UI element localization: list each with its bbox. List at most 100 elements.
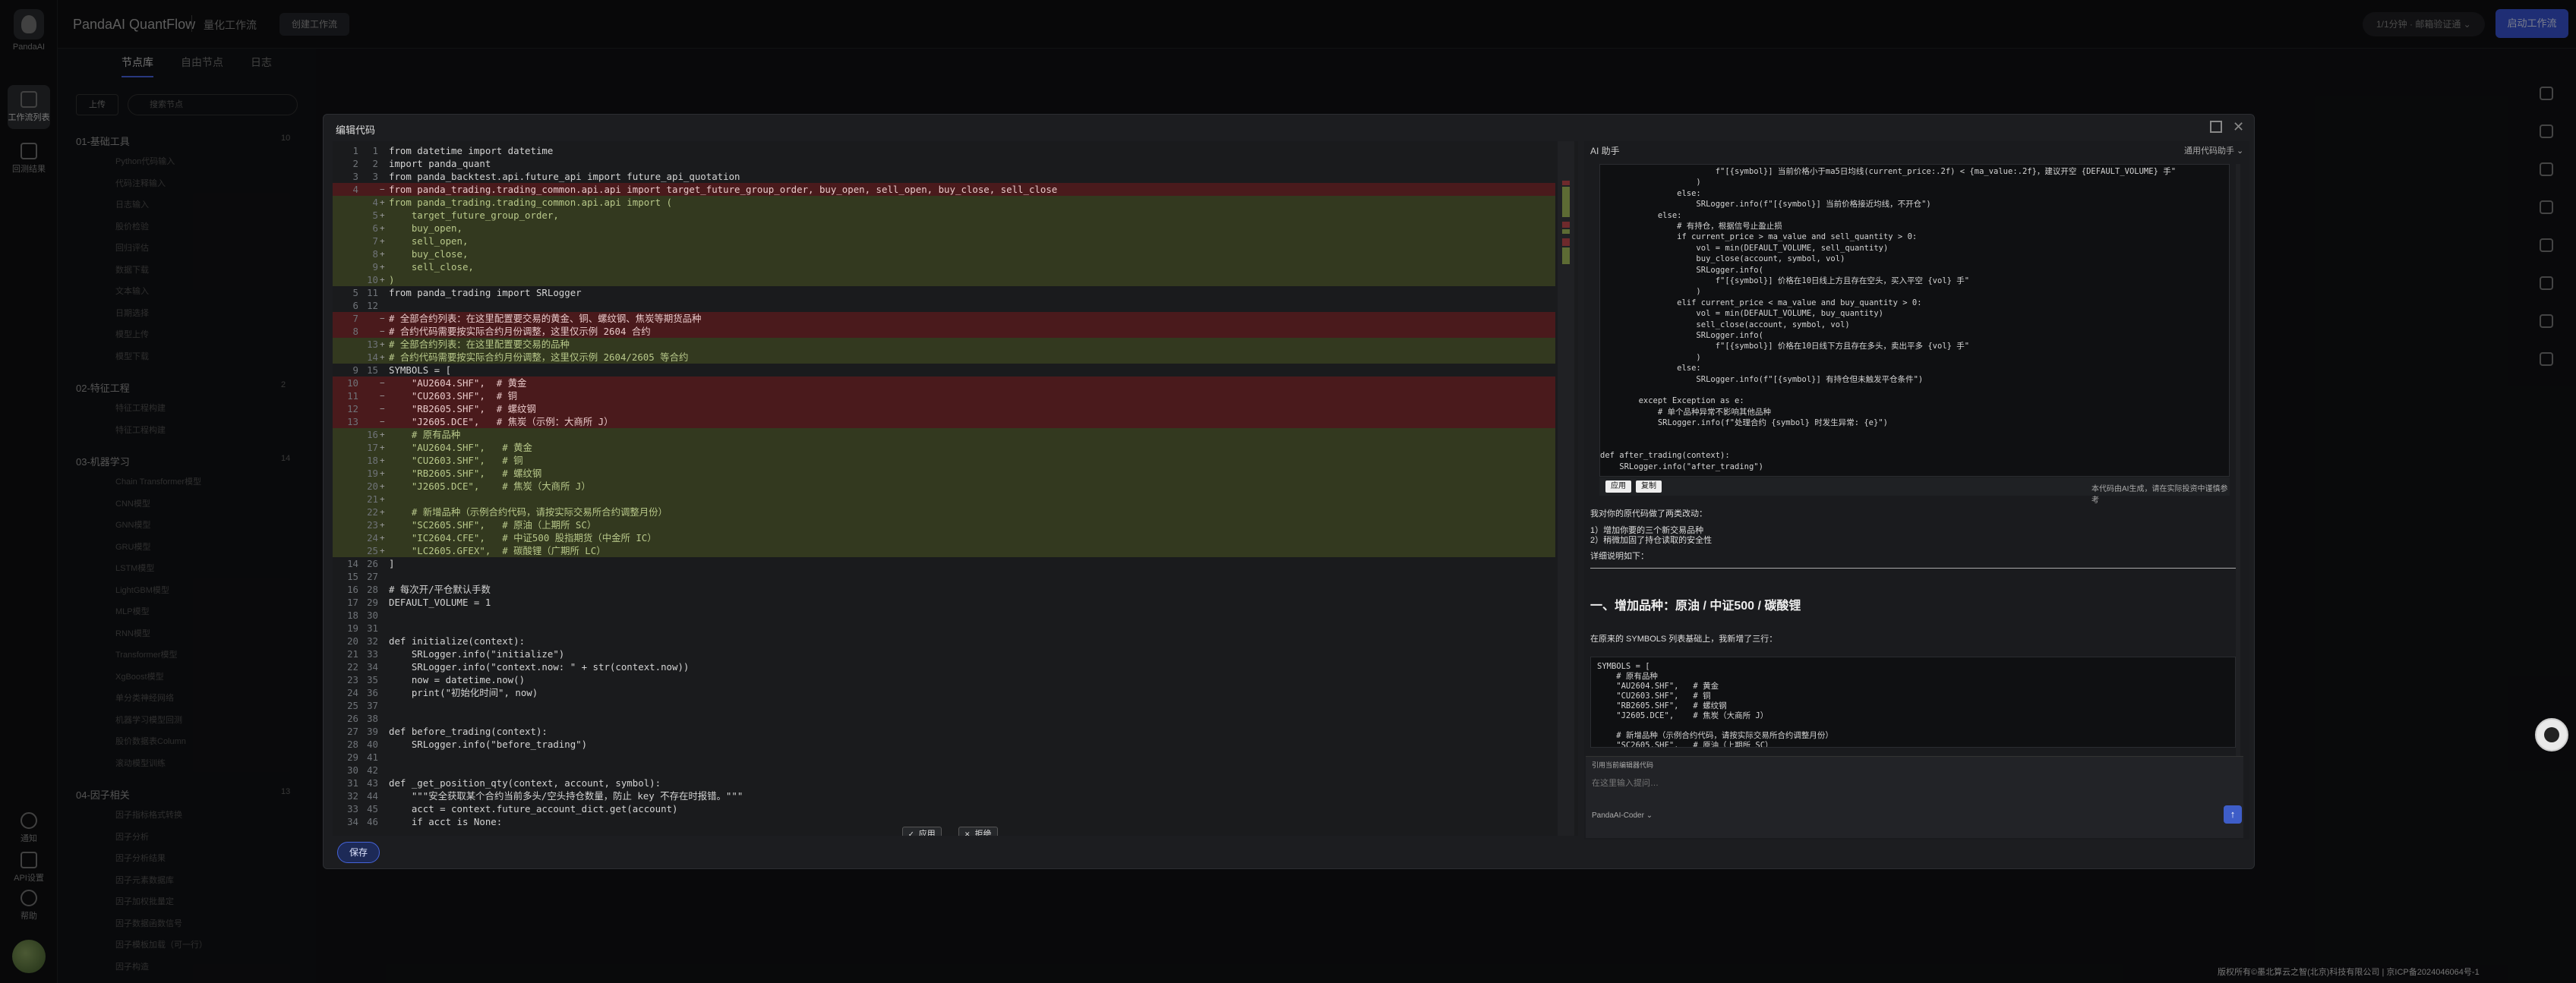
code-line[interactable]: 34 46 if acct is None: [333,815,1555,828]
code-line[interactable]: 25 + "LC2605.GFEX", # 碳酸锂（广期所 LC） [333,544,1555,557]
code-line[interactable]: 21 33 SRLogger.info("initialize") [333,647,1555,660]
maximize-icon[interactable] [2210,121,2222,133]
code-line[interactable]: 2 2 import panda_quant [333,157,1555,170]
code-line[interactable]: 16 + # 原有品种 [333,428,1555,441]
code-line[interactable]: 6 + buy_open, [333,222,1555,235]
import-icon[interactable] [2540,162,2553,176]
code-line[interactable]: 22 + # 新增品种（示例合约代码，请按实际交易所合约调整月份） [333,506,1555,518]
line-number-new: 34 [367,661,378,673]
code-line[interactable]: 25 37 [333,699,1555,712]
code-line[interactable]: 17 29 DEFAULT_VOLUME = 1 [333,596,1555,609]
code-line[interactable]: 17 + "AU2604.SHF", # 黄金 [333,441,1555,454]
code-icon[interactable] [2540,124,2553,138]
code-line[interactable]: 13 − "J2605.DCE", # 焦炭（示例：大商所 J） [333,415,1555,428]
code-line[interactable]: 33 45 acct = context.future_account_dict.… [333,802,1555,815]
model-select[interactable]: PandaAI-Coder ⌄ [1592,811,1653,820]
code-line[interactable]: 16 28 # 每次开/平仓默认手数 [333,583,1555,596]
line-number-new: 24 [367,532,378,543]
code-line[interactable]: 13 + # 全部合约列表：在这里配置要交易的品种 [333,338,1555,351]
reject-change-button[interactable]: ✕ 拒绝 [958,827,998,836]
zoom-in-icon[interactable] [2540,238,2553,252]
code-line[interactable]: 27 39 def before_trading(context): [333,725,1555,738]
line-number-new: 1 [372,145,378,156]
line-number-new: 23 [367,519,378,531]
diff-marker-icon: − [380,378,385,388]
code-line[interactable]: 9 15 SYMBOLS = [ [333,364,1555,377]
accept-change-button[interactable]: ✓ 应用 [902,827,942,836]
code-line[interactable]: 19 31 [333,622,1555,635]
code-text: "J2605.DCE", # 焦炭（示例：大商所 J） [389,416,614,427]
code-line[interactable]: 23 + "SC2605.SHF", # 原油（上期所 SC） [333,518,1555,531]
undo-icon[interactable] [2540,352,2553,366]
line-number-old: 16 [347,584,358,595]
assistant-avatar-icon[interactable] [2535,718,2568,751]
code-editor[interactable]: 1 1 from datetime import datetime 2 2 import … [333,141,1578,836]
line-number-new: 21 [367,493,378,505]
code-line[interactable]: 8 + buy_close, [333,247,1555,260]
code-line[interactable]: 20 + "J2605.DCE", # 焦炭（大商所 J） [333,480,1555,493]
line-number-old: 12 [347,403,358,414]
save-button[interactable]: 保存 [337,842,380,863]
code-line[interactable]: 4 + from panda_trading.trading_common.api.… [333,196,1555,209]
code-line[interactable]: 28 40 SRLogger.info("before_trading") [333,738,1555,751]
code-line[interactable]: 14 + # 合约代码需要按实际合约月份调整，这里仅示例 2604/2605 等合约 [333,351,1555,364]
code-line[interactable]: 6 12 [333,299,1555,312]
code-line[interactable]: 10 +) [333,273,1555,286]
line-number-new: 42 [367,764,378,776]
copy-code-button[interactable]: 复制 [1636,480,1662,493]
code-line[interactable]: 1 1 from datetime import datetime [333,144,1555,157]
apply-code-button[interactable]: 应用 [1605,480,1631,493]
context-hint[interactable]: 引用当前编辑器代码 [1592,760,1653,770]
line-number-new: 25 [367,545,378,556]
code-line[interactable]: 23 35 now = datetime.now() [333,673,1555,686]
code-line[interactable]: 3 3 from panda_backtest.api.future_api imp… [333,170,1555,183]
code-line[interactable]: 24 36 print("初始化时间", now) [333,686,1555,699]
code-line[interactable]: 22 34 SRLogger.info("context.now: " + str… [333,660,1555,673]
code-line[interactable]: 26 38 [333,712,1555,725]
code-line[interactable]: 10 − "AU2604.SHF", # 黄金 [333,377,1555,389]
code-line[interactable]: 5 11 from panda_trading import SRLogger [333,286,1555,299]
zoom-out-icon[interactable] [2540,276,2553,290]
close-icon[interactable]: ✕ [2233,119,2244,135]
code-line[interactable]: 20 32 def initialize(context): [333,635,1555,647]
line-number-old: 22 [347,661,358,673]
code-line[interactable]: 19 + "RB2605.SHF", # 螺纹钢 [333,467,1555,480]
ai-code-line: "CU2603.SHF", # 铜 [1597,692,1711,701]
code-line[interactable]: 5 + target_future_group_order, [333,209,1555,222]
code-line[interactable]: 24 + "IC2604.CFE", # 中证500 股指期货（中金所 IC） [333,531,1555,544]
line-number-old: 8 [352,326,358,337]
code-line[interactable]: 29 41 [333,751,1555,764]
ai-question-input[interactable]: 在这里输入提问… [1592,777,1659,789]
code-line[interactable]: 15 27 [333,570,1555,583]
code-line[interactable]: 14 26] [333,557,1555,570]
code-line[interactable]: 32 44 """安全获取某个合约当前多头/空头持仓数量，防止 key 不存在时报… [333,789,1555,802]
fit-icon[interactable] [2540,314,2553,328]
code-line[interactable]: 18 + "CU2603.SHF", # 铜 [333,454,1555,467]
code-line[interactable]: 18 30 [333,609,1555,622]
ai-scrollbar[interactable] [2236,164,2240,756]
save-icon[interactable] [2540,87,2553,100]
line-number-new: 13 [367,339,378,350]
assistant-mode-select[interactable]: 通用代码助手 ⌄ [2184,144,2243,156]
code-line[interactable]: 7 + sell_open, [333,235,1555,247]
code-line[interactable]: 11 − "CU2603.SHF", # 铜 [333,389,1555,402]
line-number-old: 28 [347,739,358,750]
code-text: sell_close, [389,261,474,273]
code-text: # 合约代码需要按实际合约月份调整，这里仅示例 2604 合约 [389,326,651,337]
code-line[interactable]: 8 − # 合约代码需要按实际合约月份调整，这里仅示例 2604 合约 [333,325,1555,338]
editor-minimap[interactable] [1558,141,1574,836]
line-number-new: 44 [367,790,378,802]
send-button[interactable]: ↑ [2224,805,2242,824]
code-line[interactable]: 30 42 [333,764,1555,777]
code-text: sell_open, [389,235,469,247]
code-line[interactable]: 7 − # 全部合约列表：在这里配置要交易的黄金、铜、螺纹钢、焦炭等期货品种 [333,312,1555,325]
code-line[interactable]: 12 − "RB2605.SHF", # 螺纹钢 [333,402,1555,415]
code-line[interactable]: 31 43 def _get_position_qty(context, accou… [333,777,1555,789]
code-line[interactable]: 4 − from panda_trading.trading_common.api.… [333,183,1555,196]
export-icon[interactable] [2540,200,2553,214]
line-number-old: 4 [352,184,358,195]
line-number-new: 15 [367,364,378,376]
diff-marker-icon: + [380,468,385,478]
code-line[interactable]: 21 + [333,493,1555,506]
code-line[interactable]: 9 + sell_close, [333,260,1555,273]
